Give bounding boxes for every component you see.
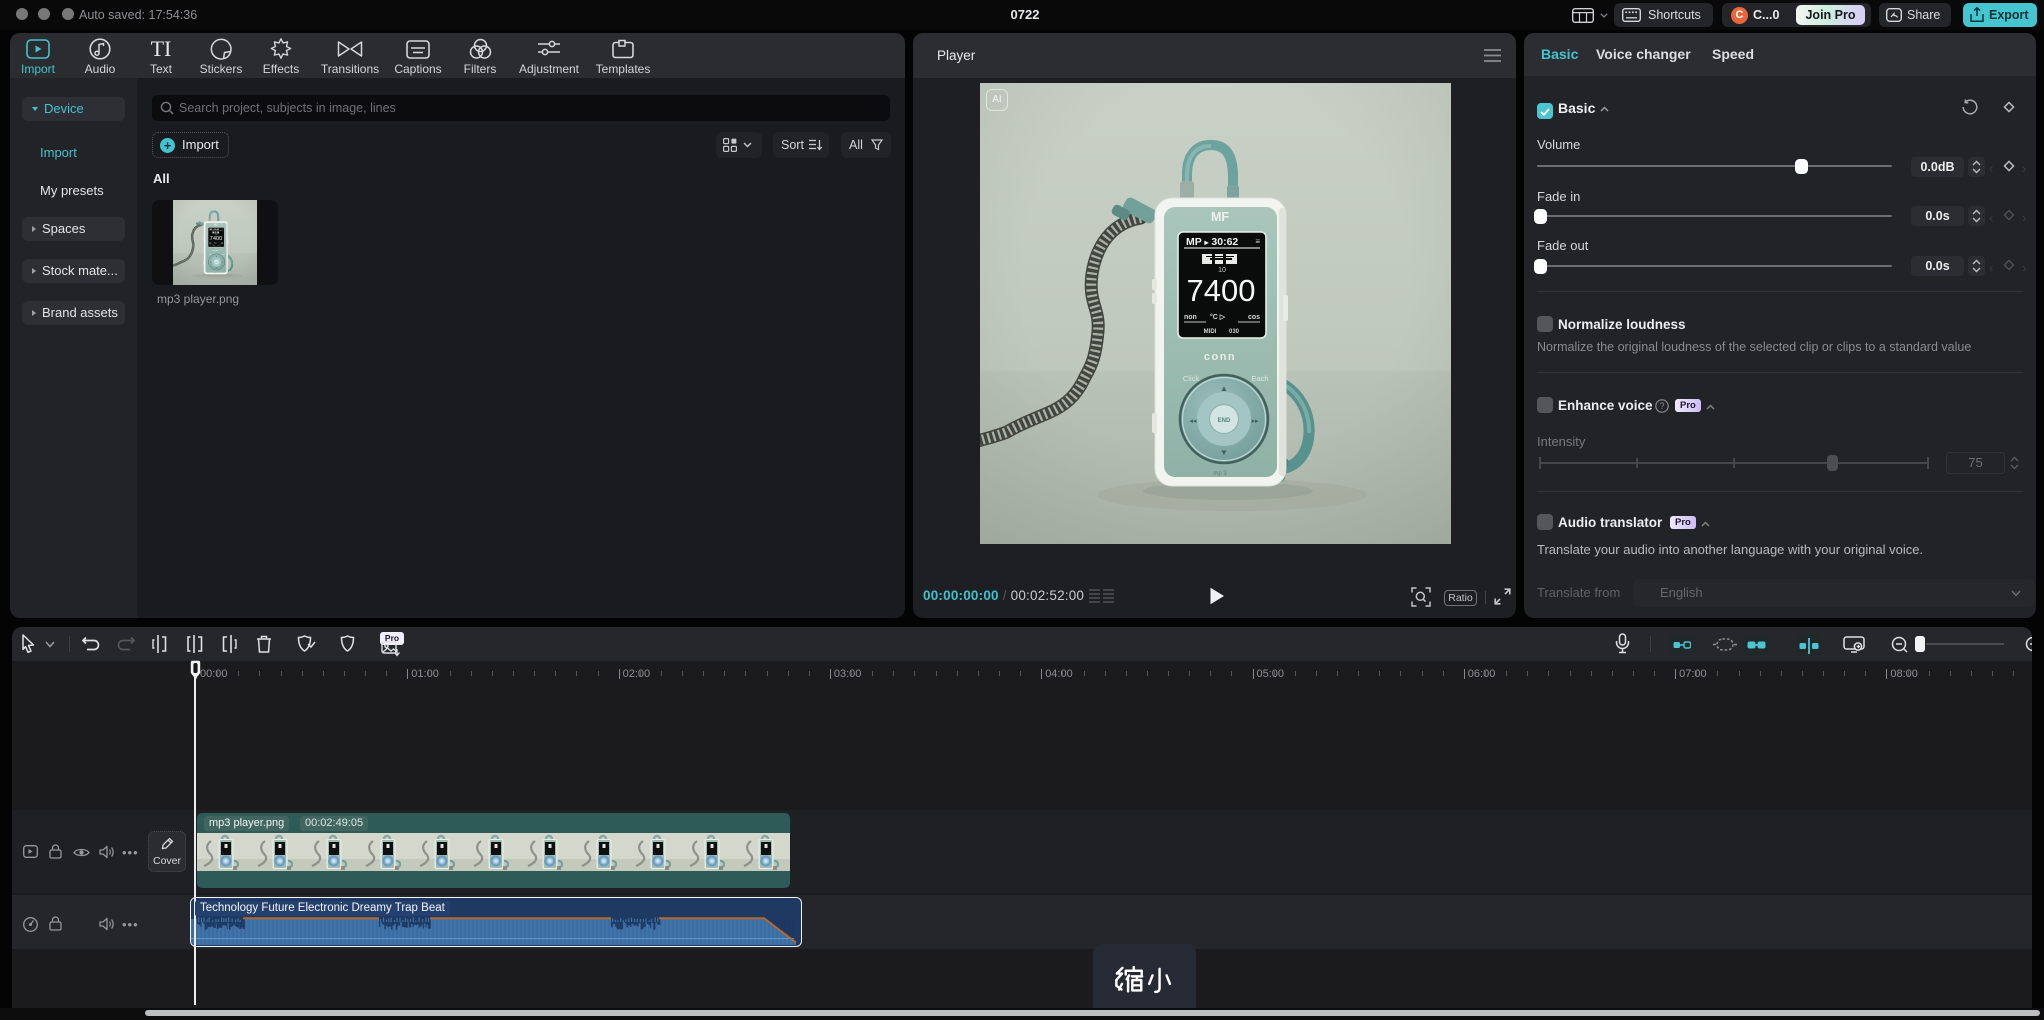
svg-text:?: ? [1659, 401, 1664, 411]
